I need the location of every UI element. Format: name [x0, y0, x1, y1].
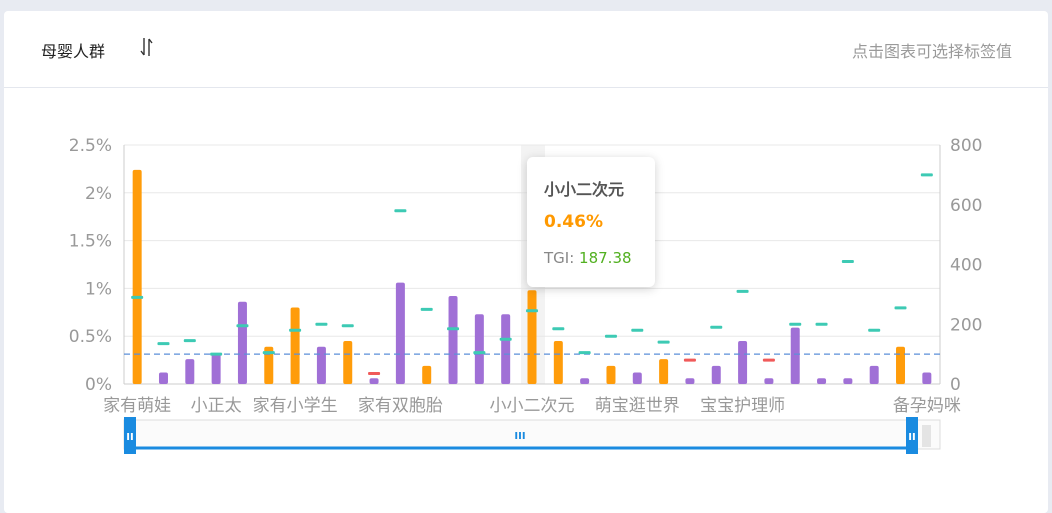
slider-track [123, 419, 941, 450]
bar [580, 378, 590, 384]
tooltip-tgi-label: TGI: [544, 249, 575, 267]
bar [606, 365, 616, 384]
tgi-marker [631, 328, 644, 332]
tgi-marker [183, 339, 196, 343]
right-tick-label: 800 [950, 136, 982, 156]
tgi-marker [131, 295, 144, 299]
x-tick-label: 小小二次元 [490, 396, 575, 416]
bar [316, 346, 326, 384]
bar [659, 359, 669, 384]
bar [132, 169, 142, 384]
tgi-marker [736, 289, 749, 293]
x-tick-label: 家有萌娃 [103, 396, 171, 416]
tgi-marker [710, 325, 723, 329]
bar [711, 365, 721, 384]
tgi-marker [473, 351, 486, 355]
tgi-marker [552, 327, 565, 331]
tooltip-tgi: TGI: 187.38 [544, 249, 632, 267]
x-tick-label: 萌宝逛世界 [595, 396, 680, 416]
bar [501, 314, 511, 384]
bar [474, 314, 484, 384]
tgi-marker [420, 307, 433, 311]
x-tick-label: 家有双胞胎 [358, 396, 443, 416]
tgi-marker [868, 328, 881, 332]
bar [817, 378, 827, 384]
tgi-marker [368, 372, 381, 376]
tgi-marker [315, 322, 328, 326]
bar [211, 353, 221, 384]
tgi-marker [262, 351, 275, 355]
tgi-marker [447, 327, 460, 331]
left-tick-label: 2% [85, 184, 112, 204]
tgi-marker [341, 324, 354, 328]
bar [158, 372, 168, 384]
left-tick-label: 0% [85, 375, 112, 395]
tgi-marker [526, 309, 538, 313]
bar [922, 372, 932, 384]
bar [237, 301, 247, 384]
left-tick-label: 1% [85, 279, 112, 299]
bar [369, 378, 379, 384]
slider-center-grip-icon[interactable]: III [514, 431, 525, 442]
tgi-marker [789, 322, 802, 326]
bar [422, 365, 432, 384]
tgi-marker [657, 340, 670, 344]
right-tick-label: 200 [950, 315, 982, 335]
tooltip-tgi-value: 187.38 [579, 249, 632, 267]
bar [764, 378, 774, 384]
left-tick-label: 2.5% [69, 136, 112, 156]
x-tick-label: 小正太 [191, 396, 242, 416]
left-tick-label: 1.5% [69, 232, 112, 252]
slider-right-grip-icon: II [908, 432, 915, 443]
bar [869, 365, 879, 384]
right-tick-label: 0 [950, 375, 961, 395]
chart-tooltip: 小小二次元 0.46% TGI: 187.38 [527, 157, 655, 287]
bar [185, 359, 195, 384]
x-tick-label: 备孕妈咪 [893, 396, 961, 416]
right-tick-label: 400 [950, 256, 982, 276]
bar [553, 340, 563, 384]
bar [790, 327, 800, 384]
tgi-marker [210, 352, 223, 356]
tooltip-percent: 0.46% [544, 212, 603, 232]
slider-left-grip-icon: II [126, 432, 133, 443]
bar-chart[interactable]: 2.5%2%1.5%1%0.5%0%8006004002000家有萌娃 小正太 家有… [0, 0, 1052, 513]
bar [343, 340, 353, 384]
tooltip-label: 小小二次元 [544, 180, 625, 199]
tgi-marker [683, 358, 696, 362]
tgi-marker [762, 358, 775, 362]
tgi-marker [578, 351, 591, 355]
tgi-marker [841, 260, 854, 264]
bar [738, 340, 748, 384]
bar [632, 372, 642, 384]
tgi-marker [920, 173, 933, 177]
bar [896, 346, 906, 384]
tgi-marker [236, 324, 249, 328]
bar [843, 378, 853, 384]
tgi-marker [815, 322, 828, 326]
tgi-marker [394, 209, 407, 213]
tgi-marker [894, 306, 907, 310]
tgi-marker [499, 337, 512, 341]
bar [527, 290, 537, 384]
left-tick-label: 0.5% [69, 327, 112, 347]
x-tick-label: 宝宝护理师 [700, 396, 785, 416]
tgi-marker [604, 334, 617, 338]
tgi-marker [289, 328, 302, 332]
right-tick-label: 600 [950, 196, 982, 216]
slider-preview-bar [922, 425, 931, 447]
tgi-marker [157, 342, 170, 346]
bar [685, 378, 695, 384]
bar [448, 296, 458, 384]
bar [395, 282, 405, 384]
x-tick-label: 家有小学生 [253, 396, 338, 416]
bar [290, 307, 300, 384]
zoom-slider[interactable]: II IIIII [123, 417, 941, 454]
